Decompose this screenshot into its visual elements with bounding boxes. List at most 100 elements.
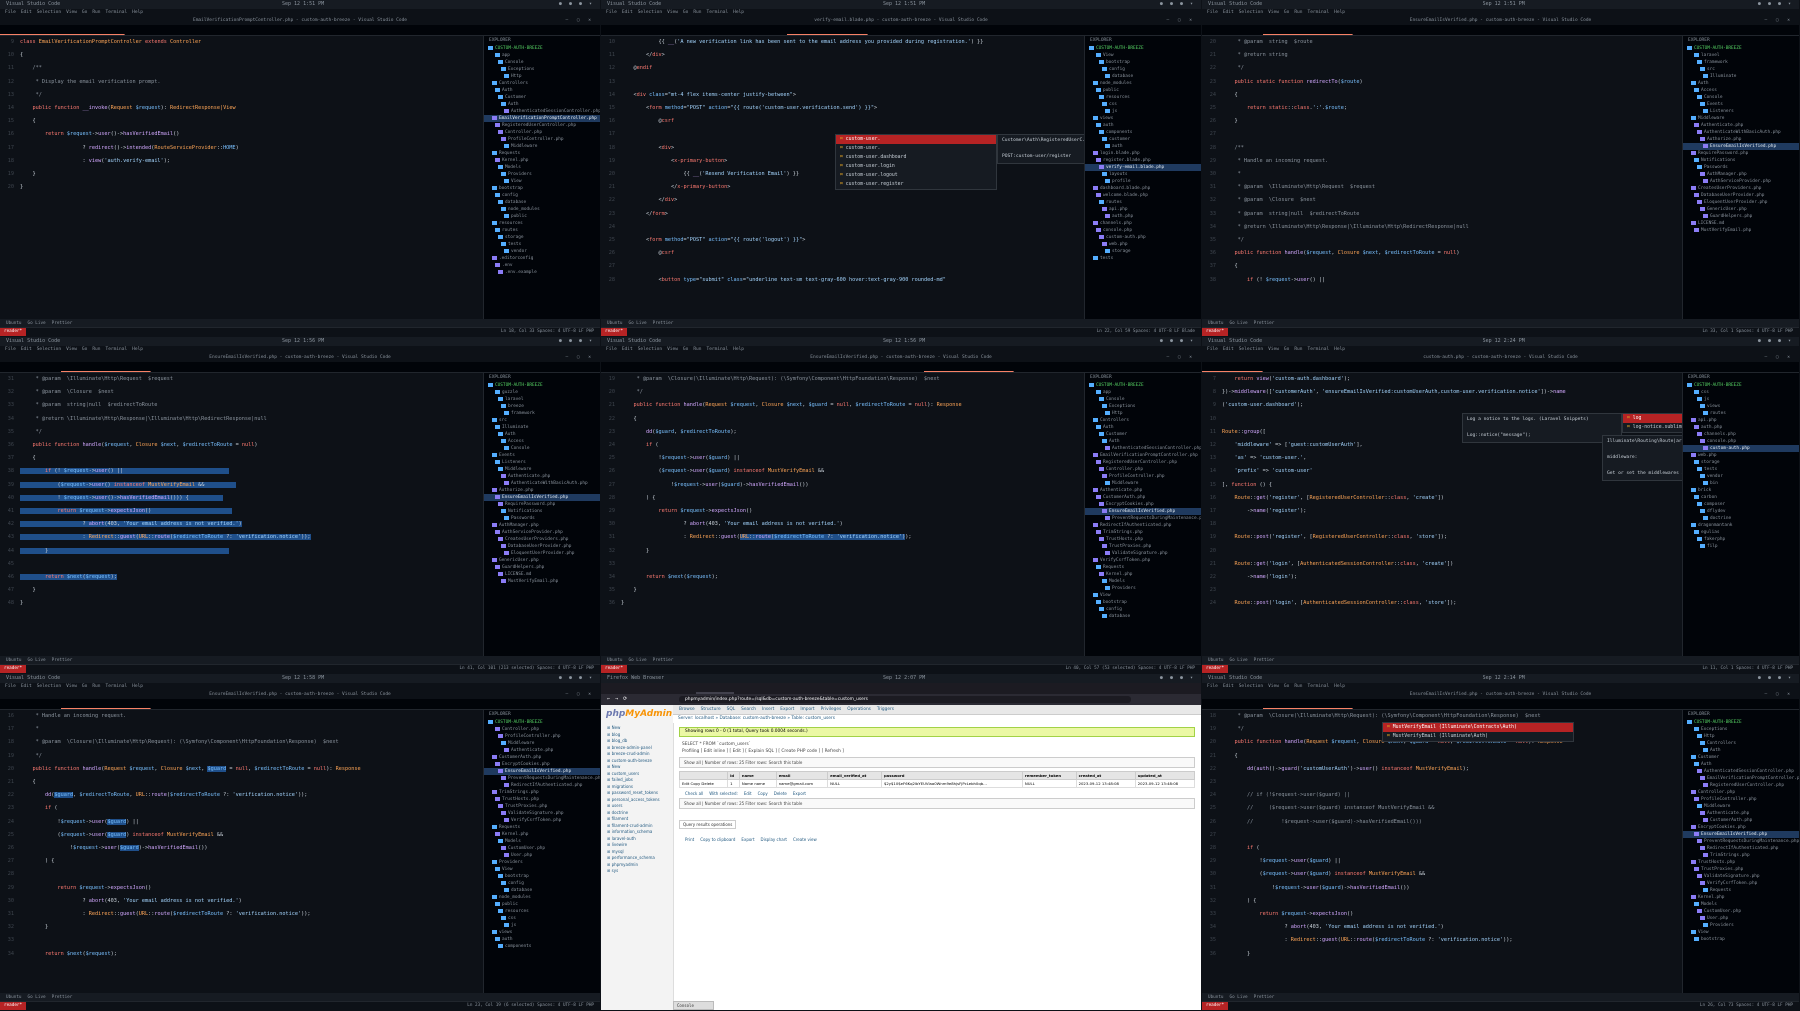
- file-item[interactable]: TrustHosts.php: [484, 796, 600, 803]
- file-item[interactable]: RequirePassword.php: [484, 501, 600, 508]
- folder-item[interactable]: Providers: [1085, 585, 1201, 592]
- menu-item[interactable]: Run: [693, 347, 701, 352]
- breadcrumb[interactable]: Server: localhost » Database: custom-aut…: [673, 715, 1201, 723]
- file-item[interactable]: EloquentUserProvider.php: [484, 550, 600, 557]
- folder-item[interactable]: Auth: [1683, 80, 1799, 87]
- project-root[interactable]: CUSTOM-AUTH-BREEZE: [1683, 382, 1799, 389]
- folder-item[interactable]: layouts: [1085, 171, 1201, 178]
- folder-item[interactable]: Console: [484, 445, 600, 452]
- file-item[interactable]: LICENSE.md: [484, 571, 600, 578]
- remote-indicator[interactable]: reader*: [0, 328, 27, 336]
- folder-item[interactable]: bootstrap: [1085, 59, 1201, 66]
- file-item[interactable]: api.php: [1683, 417, 1799, 424]
- taskbar-item[interactable]: Go Live: [28, 658, 46, 663]
- taskbar-item[interactable]: Prettier: [653, 658, 674, 663]
- folder-item[interactable]: storage: [1683, 459, 1799, 466]
- folder-item[interactable]: src: [484, 417, 600, 424]
- file-item[interactable]: Kernel.php: [1085, 571, 1201, 578]
- bulk-action[interactable]: Export: [793, 791, 806, 796]
- folder-item[interactable]: Models: [484, 164, 600, 171]
- folder-item[interactable]: guzzle: [484, 389, 600, 396]
- suggestion-item[interactable]: ⌗ custom-user.logout: [836, 171, 996, 180]
- taskbar-item[interactable]: Ubuntu: [607, 658, 623, 663]
- active-app-name[interactable]: Visual Studio Code: [6, 674, 60, 683]
- tray-icons[interactable]: ● ● ● ▾: [1758, 0, 1793, 9]
- suggestion-item[interactable]: ⌗log-notice.sublime-snippet: [1623, 423, 1683, 432]
- bulk-action[interactable]: Copy: [758, 791, 768, 796]
- folder-item[interactable]: Console: [484, 59, 600, 66]
- cursor-position[interactable]: Ln 18, Col 33 Spaces: 4 UTF-8 LF PHP: [501, 328, 594, 336]
- folder-item[interactable]: Providers: [1683, 922, 1799, 929]
- folder-item[interactable]: Controllers: [1683, 740, 1799, 747]
- file-item[interactable]: TrustProxies.php: [1085, 543, 1201, 550]
- file-item[interactable]: RedirectIfAuthenticated.php: [1085, 522, 1201, 529]
- file-item[interactable]: MustVerifyEmail.php: [484, 578, 600, 585]
- suggestion-item[interactable]: ⌗ custom-user.: [836, 135, 996, 144]
- folder-item[interactable]: Events: [484, 452, 600, 459]
- file-item[interactable]: register.blade.php: [1085, 157, 1201, 164]
- suggestion-item[interactable]: ⌗ MustVerifyEmail (Illuminate\Contracts\A…: [1383, 723, 1573, 732]
- menu-item[interactable]: Go: [683, 347, 688, 352]
- code-editor[interactable]: 19 * @param \Closure(\Illuminate\Http\Re…: [601, 373, 1085, 656]
- taskbar-item[interactable]: Go Live: [28, 995, 46, 1000]
- menu-item[interactable]: Help: [132, 684, 143, 689]
- file-item[interactable]: DatabaseUserProvider.php: [1683, 192, 1799, 199]
- menu-item[interactable]: Terminal: [1307, 684, 1329, 689]
- folder-item[interactable]: bootstrap: [1683, 936, 1799, 943]
- tray-icons[interactable]: ● ● ● ▾: [559, 0, 594, 9]
- menu-item[interactable]: Go: [1284, 10, 1289, 15]
- folder-item[interactable]: bootstrap: [484, 873, 600, 880]
- folder-item[interactable]: css: [484, 915, 600, 922]
- project-root[interactable]: CUSTOM-AUTH-BREEZE: [484, 719, 600, 726]
- file-item[interactable]: .editorconfig: [484, 255, 600, 262]
- menu-item[interactable]: Terminal: [1307, 347, 1329, 352]
- code-editor[interactable]: 9 class EmailVerificationPromptController…: [0, 36, 484, 319]
- file-item[interactable]: PreventRequestsDuringMaintenance.php: [1085, 515, 1201, 522]
- active-app-name[interactable]: Visual Studio Code: [607, 0, 661, 9]
- folder-item[interactable]: framework: [1683, 59, 1799, 66]
- file-item[interactable]: RedirectIfAuthenticated.php: [484, 782, 600, 789]
- menu-item[interactable]: Help: [132, 347, 143, 352]
- result-operation[interactable]: Display chart: [761, 837, 787, 842]
- result-operation[interactable]: Copy to clipboard: [700, 837, 735, 842]
- folder-item[interactable]: Providers: [484, 859, 600, 866]
- folder-item[interactable]: Access: [484, 438, 600, 445]
- file-item[interactable]: EnsureEmailIsVerified.php: [1683, 143, 1799, 150]
- file-item[interactable]: VerifyCsrfToken.php: [484, 817, 600, 824]
- folder-item[interactable]: View: [484, 178, 600, 185]
- tray-icons[interactable]: ● ● ● ▾: [559, 674, 594, 683]
- table-tab[interactable]: Triggers: [877, 707, 894, 712]
- menu-item[interactable]: Help: [733, 10, 744, 15]
- taskbar-item[interactable]: Go Live: [629, 658, 647, 663]
- window-controls[interactable]: — ▢ ✕: [1166, 354, 1195, 362]
- file-item[interactable]: PreventRequestsDuringMaintenance.php: [484, 775, 600, 782]
- remote-indicator[interactable]: reader*: [601, 665, 628, 673]
- folder-item[interactable]: Notifications: [1683, 157, 1799, 164]
- file-item[interactable]: CreatesUserProviders.php: [1683, 185, 1799, 192]
- remote-indicator[interactable]: reader*: [1202, 665, 1229, 673]
- file-item[interactable]: ValidateSignature.php: [1683, 873, 1799, 880]
- menu-item[interactable]: Help: [1334, 684, 1345, 689]
- active-app-name[interactable]: Visual Studio Code: [1208, 337, 1262, 346]
- code-editor[interactable]: 7 return view('custom-auth.dashboard'); 8…: [1202, 373, 1683, 656]
- column-header[interactable]: email: [775, 771, 829, 780]
- file-item[interactable]: Controller.php: [484, 129, 600, 136]
- column-header[interactable]: updated_at: [1134, 771, 1196, 780]
- file-item[interactable]: Controller.php: [484, 726, 600, 733]
- folder-item[interactable]: Providers: [484, 171, 600, 178]
- browser-nav-icons[interactable]: ←→⟳: [607, 696, 632, 702]
- database-tree-item[interactable]: ⊞ sys: [607, 868, 673, 875]
- folder-item[interactable]: node_modules: [484, 206, 600, 213]
- file-item[interactable]: TrustHosts.php: [1683, 859, 1799, 866]
- system-clock[interactable]: Sep 12 1:51 PM: [1483, 0, 1525, 9]
- folder-item[interactable]: app: [1085, 389, 1201, 396]
- file-item[interactable]: RegisteredUserController.php: [1085, 459, 1201, 466]
- folder-item[interactable]: Auth: [1683, 761, 1799, 768]
- file-item[interactable]: TrustProxies.php: [484, 803, 600, 810]
- folder-item[interactable]: Http: [1683, 733, 1799, 740]
- suggestion-item[interactable]: ⌗ log: [1623, 414, 1683, 423]
- sql-links[interactable]: Profiling [ Edit inline ] [ Edit ] [ Exp…: [682, 748, 1195, 755]
- folder-item[interactable]: js: [1085, 108, 1201, 115]
- file-item[interactable]: api.php: [1085, 206, 1201, 213]
- folder-item[interactable]: Illuminate: [1683, 73, 1799, 80]
